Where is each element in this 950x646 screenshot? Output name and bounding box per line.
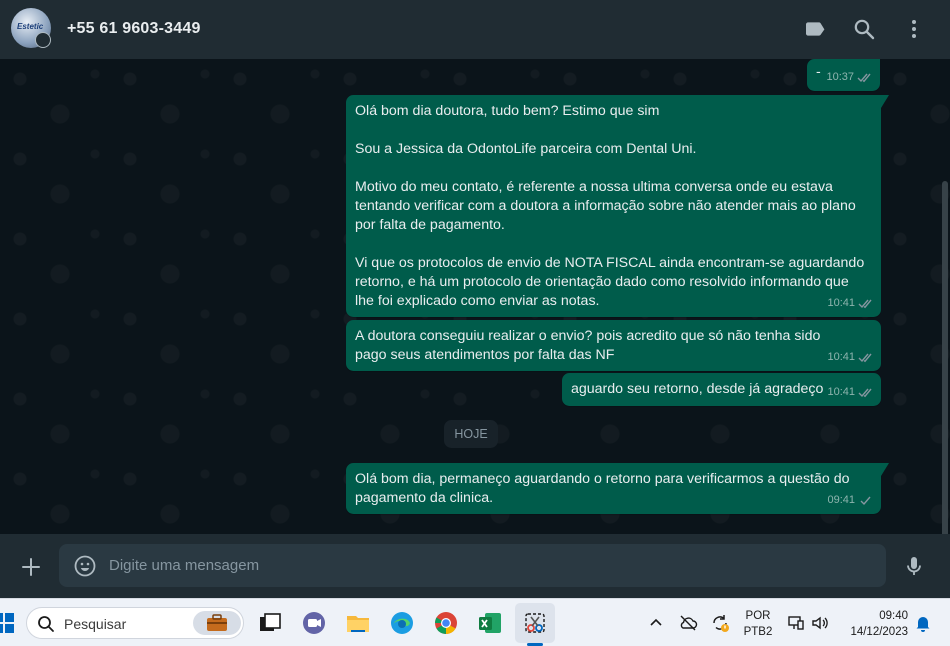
network-icon[interactable] xyxy=(786,613,806,633)
message-meta: 10:41 xyxy=(827,383,874,402)
message-time: 10:41 xyxy=(827,297,855,309)
message-time: 09:41 xyxy=(827,494,855,506)
message-input[interactable] xyxy=(109,544,869,587)
volume-icon[interactable] xyxy=(810,613,830,633)
bubble-tail xyxy=(881,95,889,108)
message-meta: 10:37 xyxy=(826,68,873,87)
keyboard-layout: PTB2 xyxy=(743,626,773,638)
message-time: 10:41 xyxy=(827,351,855,363)
windows-start-icon[interactable] xyxy=(0,613,14,633)
chevron-up-icon[interactable] xyxy=(646,613,666,633)
message-text: A doutora conseguiu realizar o envio? po… xyxy=(355,328,825,363)
message-list[interactable]: - 10:37 Olá bom dia doutora, tudo bem? E… xyxy=(0,59,950,534)
windows-taskbar: Pesquisar POR PTB2 09:40 14/12/2023 xyxy=(0,598,950,646)
outgoing-message[interactable]: - 10:37 xyxy=(807,59,880,91)
message-composer xyxy=(0,534,950,598)
search-highlight-badge[interactable] xyxy=(193,611,241,635)
message-text: Olá bom dia, permaneço aguardando o reto… xyxy=(355,471,854,506)
input-language-indicator[interactable]: POR PTB2 xyxy=(742,608,774,640)
outgoing-message[interactable]: Olá bom dia doutora, tudo bem? Estimo qu… xyxy=(346,95,889,317)
double-check-icon xyxy=(858,388,872,398)
single-check-icon xyxy=(860,496,871,506)
message-input-container[interactable] xyxy=(59,544,886,587)
sync-warning-icon[interactable] xyxy=(710,613,730,633)
menu-dots-icon[interactable] xyxy=(902,17,926,41)
search-placeholder: Pesquisar xyxy=(64,616,127,632)
day-divider: HOJE xyxy=(444,420,498,448)
message-text: aguardo seu retorno, desde já agradeço xyxy=(571,381,824,397)
outgoing-message[interactable]: aguardo seu retorno, desde já agradeço 1… xyxy=(562,373,881,406)
search-icon xyxy=(38,616,54,632)
scrollbar-thumb[interactable] xyxy=(942,181,948,534)
notification-bell-icon[interactable] xyxy=(913,613,933,633)
system-clock[interactable]: 09:40 14/12/2023 xyxy=(840,608,908,640)
taskbar-search[interactable]: Pesquisar xyxy=(26,607,244,639)
language-code: POR xyxy=(745,610,771,622)
outgoing-message[interactable]: A doutora conseguiu realizar o envio? po… xyxy=(346,320,881,371)
message-time: 10:41 xyxy=(827,386,855,398)
clock-date: 14/12/2023 xyxy=(850,626,908,638)
label-icon[interactable] xyxy=(803,17,827,41)
search-icon[interactable] xyxy=(852,17,876,41)
double-check-icon xyxy=(857,73,871,83)
contact-name[interactable]: +55 61 9603-3449 xyxy=(67,20,201,38)
attach-plus-icon[interactable] xyxy=(19,555,43,579)
edge-browser-icon[interactable] xyxy=(388,609,416,637)
double-check-icon xyxy=(858,353,872,363)
clock-time: 09:40 xyxy=(879,610,908,622)
message-meta: 10:41 xyxy=(827,294,874,313)
chrome-browser-icon[interactable] xyxy=(432,609,460,637)
excel-icon[interactable] xyxy=(476,609,504,637)
avatar-logo-text: Estetic xyxy=(17,22,44,31)
teams-chat-icon[interactable] xyxy=(300,609,328,637)
double-check-icon xyxy=(858,299,872,309)
task-view-icon[interactable] xyxy=(256,609,284,637)
microphone-icon[interactable] xyxy=(902,554,926,578)
message-time: 10:37 xyxy=(826,71,854,83)
bubble-tail xyxy=(881,463,889,476)
status-ring-icon xyxy=(35,32,51,48)
chat-header: Estetic +55 61 9603-3449 xyxy=(0,0,950,59)
message-text: - xyxy=(816,64,821,80)
cloud-offline-icon[interactable] xyxy=(678,613,698,633)
file-explorer-icon[interactable] xyxy=(344,609,372,637)
message-text: Olá bom dia doutora, tudo bem? Estimo qu… xyxy=(355,103,865,309)
message-meta: 09:41 xyxy=(827,491,874,510)
message-meta: 10:41 xyxy=(827,348,874,367)
outgoing-message[interactable]: Olá bom dia, permaneço aguardando o reto… xyxy=(346,463,889,514)
emoji-icon[interactable] xyxy=(73,554,97,578)
snipping-tool-icon[interactable] xyxy=(521,609,549,637)
